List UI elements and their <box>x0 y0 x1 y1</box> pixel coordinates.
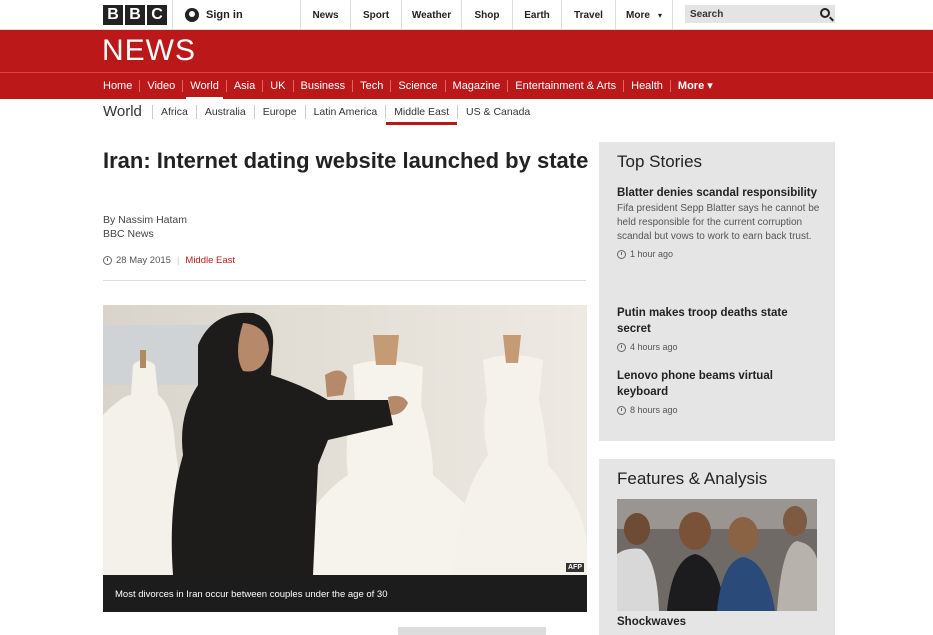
search-icon[interactable] <box>820 8 830 18</box>
byline: By Nassim Hatam BBC News <box>103 213 187 241</box>
logo-letter: B <box>103 5 123 25</box>
author: By Nassim Hatam <box>103 214 188 226</box>
article-date: 28 May 2015 <box>116 255 171 266</box>
feature-title[interactable]: Shockwaves <box>617 616 686 628</box>
topnav-earth[interactable]: Earth <box>512 0 561 30</box>
features-panel: Features & Analysis Shockwaves <box>599 459 835 635</box>
feature-image[interactable] <box>617 499 817 611</box>
story-time-label: 1 hour ago <box>630 249 674 259</box>
outlet: BBC News <box>103 228 154 240</box>
section-nav-item[interactable]: Video <box>140 80 184 92</box>
global-header: B B C Sign in News Sport Weather Shop Earth T… <box>0 0 933 30</box>
logo-letter: C <box>147 5 167 25</box>
top-stories-title: Top Stories <box>617 152 703 171</box>
global-nav: News Sport Weather Shop Earth Travel More ▾ <box>300 0 673 30</box>
topnav-label: Earth <box>524 9 550 21</box>
meta-separator: | <box>176 255 180 266</box>
subnav-item[interactable]: Latin America <box>304 105 386 119</box>
topnav-label: News <box>312 9 339 21</box>
section-nav-item[interactable]: Health <box>624 80 671 92</box>
article-body-placeholder <box>398 627 546 635</box>
clock-icon <box>617 405 626 415</box>
top-stories-panel: Top Stories Blatter denies scandal respo… <box>599 142 835 441</box>
topnav-weather[interactable]: Weather <box>401 0 461 30</box>
signin-label: Sign in <box>206 9 243 21</box>
story-title[interactable]: Blatter denies scandal responsibility <box>617 185 822 201</box>
clock-icon <box>103 256 112 265</box>
article-meta: 28 May 2015 | Middle East <box>103 255 235 266</box>
logo-letter: B <box>125 5 145 25</box>
article-photo: AFP <box>103 305 587 575</box>
section-nav: Home Video World Asia UK Business Tech Science M… <box>0 72 933 100</box>
topnav-label: Sport <box>362 9 390 21</box>
topnav-sport[interactable]: Sport <box>350 0 401 30</box>
news-logo[interactable]: NEWS <box>102 34 196 68</box>
section-nav-item[interactable]: Business <box>294 80 354 92</box>
world-subnav: World Africa Australia Europe Latin America… <box>0 99 933 126</box>
section-nav-item[interactable]: Asia <box>227 80 264 92</box>
section-nav-item[interactable]: Science <box>391 80 446 92</box>
article-section-link[interactable]: Middle East <box>185 255 235 266</box>
story-title[interactable]: Lenovo phone beams virtual keyboard <box>617 368 822 400</box>
story-time: 4 hours ago <box>617 342 822 352</box>
news-banner: NEWS <box>0 30 933 72</box>
article-headline: Iran: Internet dating website launched b… <box>103 148 589 173</box>
topnav-news[interactable]: News <box>300 0 350 30</box>
story-title[interactable]: Putin makes troop deaths state secret <box>617 305 822 337</box>
subnav-item[interactable]: Europe <box>253 105 305 119</box>
section-nav-item[interactable]: Home <box>96 80 141 92</box>
divider <box>103 280 586 281</box>
topnav-label: Travel <box>574 9 603 21</box>
subnav-item[interactable]: Middle East <box>385 105 457 125</box>
section-nav-item[interactable]: Magazine <box>446 80 509 92</box>
topnav-travel[interactable]: Travel <box>561 0 615 30</box>
photo-caption: Most divorces in Iran occur between coup… <box>103 575 587 612</box>
signin-link[interactable]: Sign in <box>172 0 300 30</box>
story-time-label: 8 hours ago <box>630 405 678 415</box>
section-nav-item[interactable]: UK <box>263 80 294 92</box>
subnav-item[interactable]: Africa <box>152 105 196 119</box>
story-time-label: 4 hours ago <box>630 342 678 352</box>
search-input[interactable]: Search <box>685 5 835 23</box>
story-time: 1 hour ago <box>617 249 822 259</box>
search-placeholder: Search <box>690 8 724 20</box>
clock-icon <box>617 249 626 259</box>
topnav-label: More <box>626 9 650 21</box>
story-summary: Fifa president Sepp Blatter says he cann… <box>617 203 820 242</box>
features-title: Features & Analysis <box>617 469 768 488</box>
topnav-shop[interactable]: Shop <box>461 0 512 30</box>
bbc-logo[interactable]: B B C <box>103 5 167 25</box>
section-nav-item[interactable]: Entertainment & Arts <box>508 80 625 92</box>
topnav-label: Weather <box>411 9 452 21</box>
user-icon <box>185 8 199 22</box>
chevron-down-icon: ▾ <box>657 10 662 20</box>
section-nav-item[interactable]: More ▾ <box>671 80 720 92</box>
topnav-label: Shop <box>474 9 500 21</box>
topnav-more[interactable]: More ▾ <box>615 0 673 30</box>
story-item[interactable]: Lenovo phone beams virtual keyboard 8 ho… <box>617 368 822 415</box>
clock-icon <box>617 342 626 352</box>
photo-credit: AFP <box>566 563 584 572</box>
section-nav-item[interactable]: Tech <box>353 80 392 92</box>
subnav-item[interactable]: Australia <box>195 105 254 119</box>
section-nav-item[interactable]: World <box>183 80 227 100</box>
subnav-title[interactable]: World <box>103 103 142 120</box>
subnav-item[interactable]: US & Canada <box>457 105 538 119</box>
story-item[interactable]: Putin makes troop deaths state secret 4 … <box>617 305 822 352</box>
story-item[interactable]: Blatter denies scandal responsibility Fi… <box>617 185 822 259</box>
story-time: 8 hours ago <box>617 405 822 415</box>
